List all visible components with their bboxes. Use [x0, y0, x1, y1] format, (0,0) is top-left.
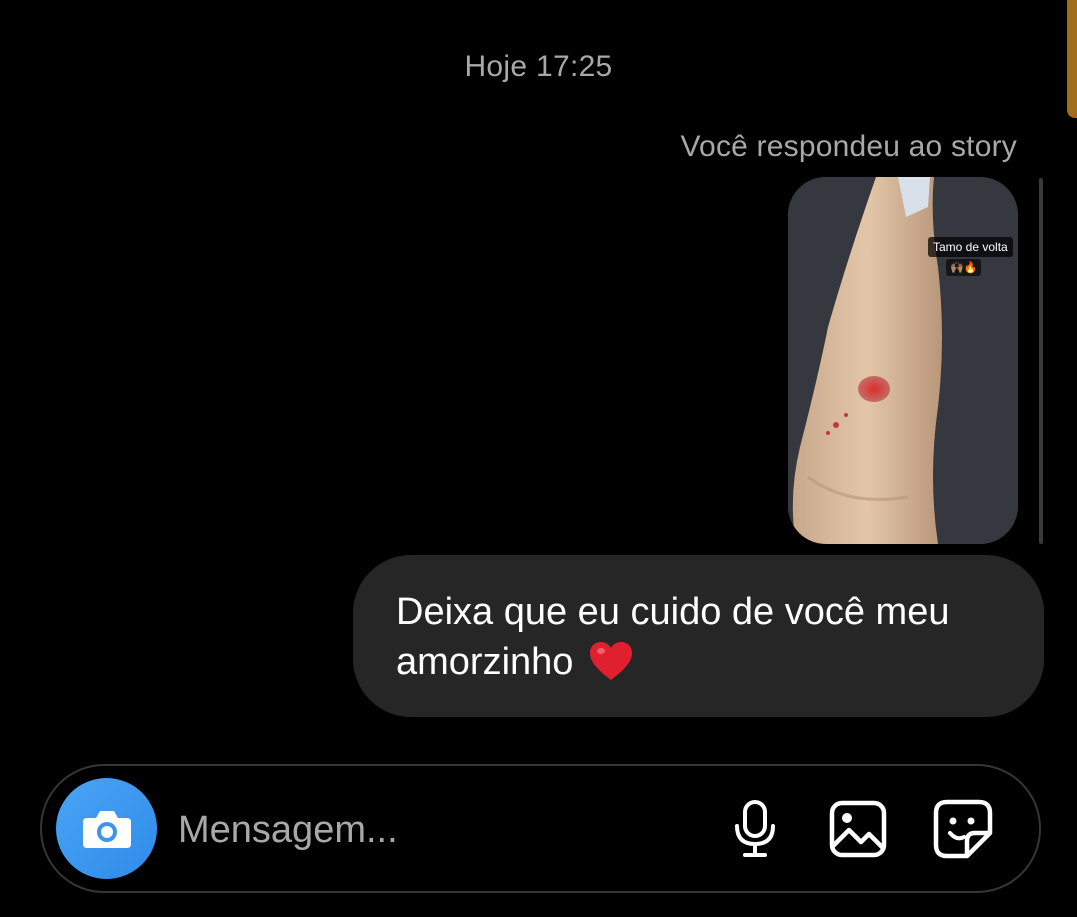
story-thumbnail[interactable]: Tamo de volta 🙌🏽🔥 [788, 177, 1018, 544]
camera-icon [82, 810, 131, 848]
thread-timestamp: Hoje 17:25 [464, 50, 613, 83]
gallery-icon [829, 800, 887, 858]
story-sticker-emoji: 🙌🏽🔥 [946, 259, 982, 276]
gallery-button[interactable] [827, 798, 889, 860]
sticker-icon [933, 799, 993, 859]
sticker-button[interactable] [932, 798, 994, 860]
reply-indicator-line [1039, 178, 1043, 544]
microphone-button[interactable] [724, 798, 786, 860]
story-sticker-text: Tamo de volta [928, 237, 1013, 257]
heart-emoji [589, 642, 632, 680]
microphone-icon [735, 800, 775, 857]
message-input[interactable] [178, 806, 678, 854]
story-reply-caption: Você respondeu ao story [680, 130, 1017, 163]
camera-button[interactable] [56, 778, 157, 879]
message-text: Deixa que eu cuido de você meu amorzinho [396, 591, 950, 683]
message-composer [40, 764, 1041, 893]
message-bubble[interactable]: Deixa que eu cuido de você meu amorzinho [353, 555, 1044, 717]
story-photo [788, 177, 1018, 544]
